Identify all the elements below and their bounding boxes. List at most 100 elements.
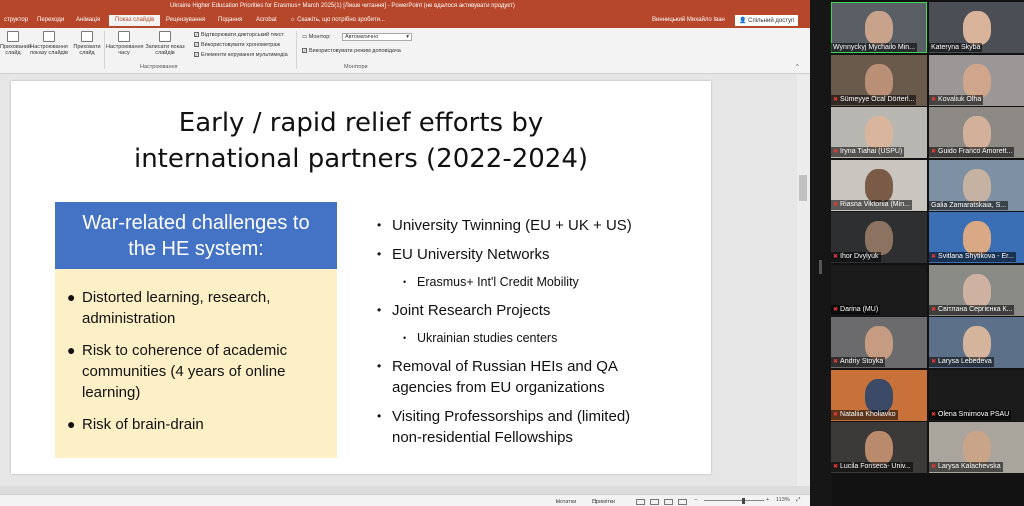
participant-name: Wynnyckyj Mychailo Min...: [831, 43, 918, 52]
hidden-slide-button[interactable]: Прихований слайд: [0, 31, 31, 56]
button-label: Настроювання часу: [106, 44, 144, 56]
monitor-select[interactable]: Автоматично ▾: [342, 33, 412, 41]
participant-name-text: Larysa Lebedeva: [938, 358, 992, 365]
mic-muted-icon: ✖: [833, 411, 839, 418]
slide[interactable]: Early / rapid relief efforts by internat…: [11, 81, 711, 474]
participant-name-text: Wynnyckyj Mychailo Min...: [833, 44, 916, 51]
presenter-view-checkbox[interactable]: ✓ Використовувати режим доповідача: [302, 48, 401, 54]
participant-tile[interactable]: ✖ Olena Smirnova PSAU: [929, 369, 1024, 421]
checkbox-label: Використовувати режим доповідача: [309, 48, 401, 54]
mic-muted-icon: ✖: [931, 149, 937, 155]
participant-tile[interactable]: ✖ Nataliia Kholiavko: [831, 369, 927, 421]
record-icon: [159, 31, 171, 42]
participant-tile[interactable]: ✖ Ihor Dvylyuk: [831, 212, 927, 263]
participant-tile[interactable]: ✖ Andriy Stoyka: [831, 317, 927, 368]
mic-muted-icon: ✖: [931, 411, 937, 418]
participant-video: [963, 273, 991, 308]
participant-tile[interactable]: Kateryna Skyba: [929, 2, 1024, 53]
participant-tile[interactable]: ✖ Світлана Сергієнка К...: [929, 264, 1024, 316]
zoom-slider-thumb[interactable]: [742, 498, 745, 504]
participant-tile[interactable]: Galia Zamaratskaia, S...: [929, 159, 1024, 211]
participant-video: [865, 168, 893, 203]
tab-animations[interactable]: Анімація: [76, 17, 100, 23]
participant-tile[interactable]: ✖ Riasna Viktoriia (Min...: [831, 159, 927, 211]
zoom-in-icon[interactable]: +: [766, 497, 769, 503]
fit-to-window-icon[interactable]: ⤢: [796, 497, 800, 504]
slide-title: Early / rapid relief efforts by internat…: [81, 105, 641, 177]
rehearse-timings-button[interactable]: Настроювання часу: [106, 31, 144, 56]
monitor-label: ▭ Монітор:: [302, 34, 331, 40]
group-separator: [296, 31, 297, 69]
user-name[interactable]: Винницький Михайло Іван: [652, 17, 725, 23]
bullet-text: Risk to coherence of academic communitie…: [82, 342, 288, 401]
participant-video: [963, 168, 991, 203]
participant-name: ✖ Sümeyye Öcal Dörterl...: [831, 94, 917, 105]
participant-tile[interactable]: ✖ Larysa Lebedeva: [929, 317, 1024, 368]
record-show-button[interactable]: Записати показ слайдів: [144, 31, 186, 56]
sub-list-item: • Ukrainian studies centers: [403, 330, 673, 346]
tab-view[interactable]: Подання: [218, 17, 242, 23]
screen: Ukraine Higher Education Priorities for …: [0, 0, 1024, 506]
tell-me-search[interactable]: ☼ Скажіть, що потрібно зробити...: [290, 17, 385, 23]
checkbox-checked-icon: ✓: [194, 42, 199, 48]
participant-name: ✖ Larysa Kalachevska: [929, 462, 1003, 472]
participant-tile[interactable]: ✖ Darina (MU): [831, 264, 927, 316]
participant-name-text: Kovaliuk Olha: [938, 95, 982, 103]
setup-show-button[interactable]: Настроювання показу слайдів: [28, 31, 70, 56]
media-controls-checkbox[interactable]: ✓ Елементи керування мультимедіа: [194, 52, 288, 58]
checkbox-checked-icon: ✓: [194, 52, 199, 58]
participant-tile[interactable]: Wynnyckyj Mychailo Min...: [831, 2, 927, 53]
tab-slide-show[interactable]: Показ слайдів: [109, 15, 161, 26]
zoom-out-icon[interactable]: −: [694, 497, 697, 503]
notes-label: Нотатки: [556, 499, 577, 505]
bullet-icon: ●: [67, 342, 76, 358]
hide-icon: [81, 31, 93, 42]
list-item: • EU University Networks: [377, 244, 677, 265]
participant-tile[interactable]: ✖ Kovaliuk Olha: [929, 54, 1024, 106]
list-item: ● Distorted learning, research, administr…: [67, 287, 327, 329]
participant-name: Galia Zamaratskaia, S...: [929, 200, 1009, 210]
participant-name: ✖ Olena Smirnova PSAU: [929, 409, 1012, 420]
participant-video: [865, 378, 893, 413]
gallery-scrollbar[interactable]: [810, 0, 832, 506]
narration-checkbox[interactable]: ✓ Відтворювати дикторський текст: [194, 32, 284, 38]
tab-acrobat[interactable]: Acrobat: [256, 17, 277, 23]
group-separator: [104, 31, 105, 69]
tab-design[interactable]: структор: [4, 17, 28, 23]
hide-slide-icon: [7, 31, 19, 42]
vertical-scrollbar[interactable]: [797, 75, 810, 486]
bullet-text: Visiting Professorships and (limited) no…: [392, 408, 631, 446]
participant-name-text: Larysa Kalachevska: [938, 463, 1001, 470]
participant-video: [865, 116, 893, 150]
participant-tile[interactable]: ✖ Guido Franco Amorett...: [929, 107, 1024, 158]
participant-video: [963, 63, 991, 98]
scrollbar-thumb[interactable]: [799, 175, 807, 201]
hide-slide-button[interactable]: Приховати слайд: [72, 31, 102, 56]
participant-tile[interactable]: ✖ Lucila Fonseca- Univ...: [831, 422, 927, 473]
participant-tile[interactable]: ✖ Iryna Tiahai (USPU): [831, 107, 927, 158]
tab-review[interactable]: Рецензування: [166, 17, 205, 23]
scrollbar-thumb[interactable]: [819, 260, 822, 274]
mic-muted-icon: ✖: [931, 464, 937, 470]
mic-muted-icon: ✖: [931, 254, 937, 260]
mic-muted-icon: ✖: [931, 96, 937, 103]
timings-checkbox[interactable]: ✓ Використовувати хронометраж: [194, 42, 280, 48]
collapse-ribbon-icon[interactable]: ^: [796, 64, 799, 70]
tab-transitions[interactable]: Переходи: [37, 17, 64, 23]
zoom-slider[interactable]: [704, 500, 764, 501]
bullet-icon: •: [377, 218, 382, 232]
participant-tile[interactable]: ✖ Larysa Kalachevska: [929, 422, 1024, 473]
heading-line: War-related challenges to: [82, 212, 310, 234]
share-label: Спільний доступ: [748, 18, 795, 24]
participant-video: [963, 378, 991, 413]
participant-name: Kateryna Skyba: [929, 43, 983, 52]
ribbon-tabs: структор Переходи Анімація Показ слайдів…: [0, 14, 810, 28]
participant-tile[interactable]: ✖ Svitlana Shytikova - Er...: [929, 212, 1024, 263]
participant-name-text: Svitlana Shytikova - Er...: [938, 253, 1014, 260]
checkbox-checked-icon: ✓: [302, 48, 307, 54]
zoom-level[interactable]: 113%: [776, 497, 790, 503]
participant-tile[interactable]: ✖ Sümeyye Öcal Dörterl...: [831, 54, 927, 106]
challenges-box-heading: War-related challenges to the HE system:: [55, 202, 337, 269]
horizontal-scrollbar[interactable]: [0, 486, 810, 494]
share-button[interactable]: 👤 Спільний доступ: [735, 15, 799, 26]
